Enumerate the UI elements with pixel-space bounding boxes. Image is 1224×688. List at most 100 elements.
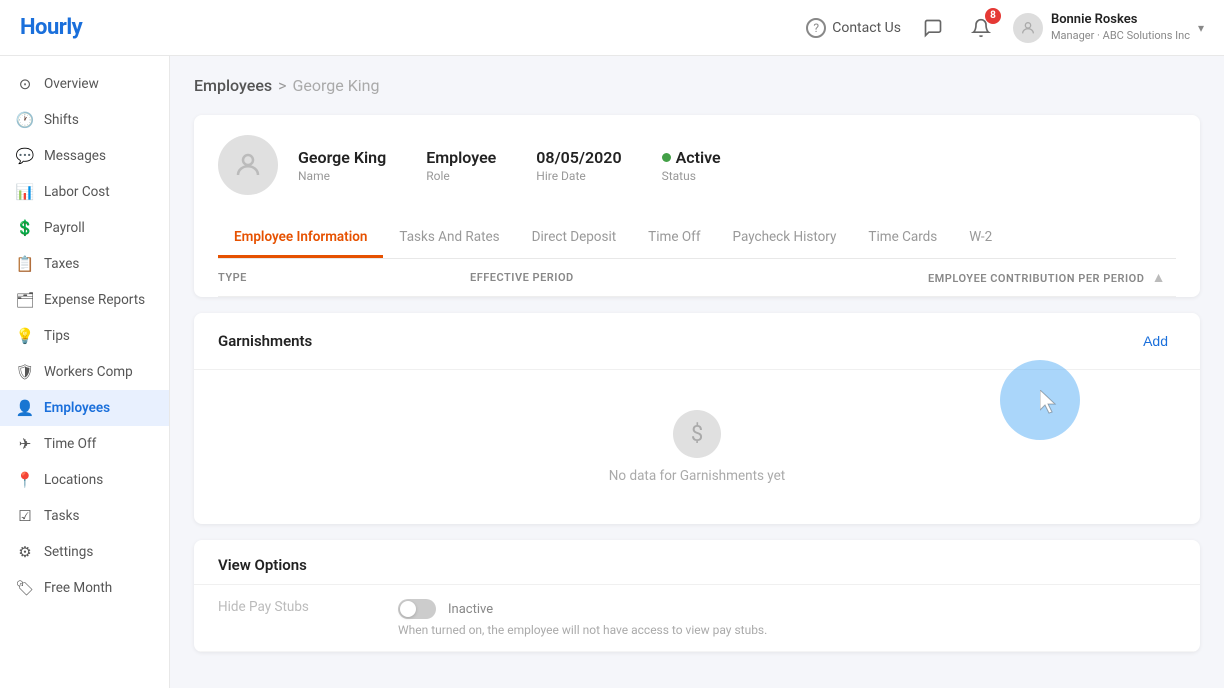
sidebar-item-expense-reports[interactable]: 🗂 Expense Reports [0,282,169,318]
sidebar-item-tasks[interactable]: ☑ Tasks [0,498,169,534]
expense-reports-icon: 🗂 [16,291,34,309]
toggle-state-label: Inactive [448,602,493,617]
view-option-row-hide-pay-stubs: Hide Pay Stubs Inactive When turned on, … [194,585,1200,652]
tabs-bar: Employee InformationTasks And RatesDirec… [218,219,1176,259]
notifications-icon-button[interactable]: 8 [965,12,997,44]
sidebar-label-free-month: Free Month [44,580,112,596]
col-contrib-header: EMPLOYEE CONTRIBUTION PER PERIOD ▲ [818,269,1176,286]
overview-icon: ⊙ [16,75,34,93]
toggle-container: Inactive [398,599,767,619]
sidebar-item-locations[interactable]: 📍 Locations [0,462,169,498]
contact-us-button[interactable]: ? Contact Us [806,18,901,38]
view-options-section: View Options Hide Pay Stubs Inactive Whe… [194,540,1200,652]
employee-status-value: Active [662,148,721,167]
sidebar-label-tips: Tips [44,328,70,344]
time-off-icon: ✈ [16,435,34,453]
sidebar-item-shifts[interactable]: 🕐 Shifts [0,102,169,138]
sidebar: ⊙ Overview 🕐 Shifts 💬 Messages 📊 Labor C… [0,56,170,688]
employee-name-value: George King [298,148,386,167]
payroll-icon: 💲 [16,219,34,237]
sidebar-item-overview[interactable]: ⊙ Overview [0,66,169,102]
layout: ⊙ Overview 🕐 Shifts 💬 Messages 📊 Labor C… [0,56,1224,688]
garnishments-empty-state: $ No data for Garnishments yet [194,370,1200,524]
taxes-icon: 📋 [16,255,34,273]
user-avatar [1013,13,1043,43]
garnishments-add-button[interactable]: Add [1135,329,1176,353]
user-menu[interactable]: Bonnie Roskes Manager · ABC Solutions In… [1013,12,1204,43]
workers-comp-icon: 🛡 [16,363,34,381]
breadcrumb-current: George King [293,76,380,95]
garnishments-header: Garnishments Add [194,313,1200,370]
sidebar-label-payroll: Payroll [44,220,85,236]
employee-hire-date-value: 08/05/2020 [536,148,621,167]
garnishments-empty-text: No data for Garnishments yet [609,468,785,484]
hide-pay-stubs-right: Inactive When turned on, the employee wi… [398,599,767,637]
user-name: Bonnie Roskes [1051,12,1190,29]
employee-name-label: Name [298,169,386,183]
sidebar-item-time-off[interactable]: ✈ Time Off [0,426,169,462]
sidebar-label-labor-cost: Labor Cost [44,184,110,200]
sidebar-item-employees[interactable]: 👤 Employees [0,390,169,426]
sidebar-label-locations: Locations [44,472,103,488]
content-area: Employees > George King George King Name [170,56,1224,688]
notification-badge: 8 [985,8,1001,24]
tab-paycheck-history[interactable]: Paycheck History [717,219,853,258]
user-menu-chevron: ▾ [1198,21,1204,35]
employee-header: George King Name Employee Role 08/05/202… [218,135,1176,215]
labor-cost-icon: 📊 [16,183,34,201]
messages-icon-button[interactable] [917,12,949,44]
breadcrumb-separator: > [278,76,286,95]
breadcrumb-employees[interactable]: Employees [194,76,272,95]
tab-w2[interactable]: W-2 [953,219,1008,258]
col-type-header: TYPE [218,271,450,284]
tab-time-cards[interactable]: Time Cards [852,219,953,258]
main-content: Employees > George King George King Name [170,56,1224,688]
employee-role-field: Employee Role [426,148,496,183]
hide-pay-stubs-description: When turned on, the employee will not ha… [398,623,767,637]
app-logo: Hourly [20,15,82,40]
sidebar-label-messages: Messages [44,148,106,164]
locations-icon: 📍 [16,471,34,489]
employee-status-label: Status [662,169,721,183]
hide-pay-stubs-label: Hide Pay Stubs [218,599,338,615]
tips-icon: 💡 [16,327,34,345]
employee-role-value: Employee [426,148,496,167]
sidebar-item-tips[interactable]: 💡 Tips [0,318,169,354]
table-header: TYPE EFFECTIVE PERIOD EMPLOYEE CONTRIBUT… [218,259,1176,297]
sidebar-item-workers-comp[interactable]: 🛡 Workers Comp [0,354,169,390]
header-right: ? Contact Us 8 Bonnie Roskes Manager · A… [806,12,1204,44]
status-active-dot [662,153,671,162]
tab-employee-info[interactable]: Employee Information [218,219,383,258]
sidebar-label-time-off: Time Off [44,436,96,452]
employee-hire-date-label: Hire Date [536,169,621,183]
header: Hourly ? Contact Us 8 Bonnie Roskes Mana… [0,0,1224,56]
employee-card: George King Name Employee Role 08/05/202… [194,115,1200,297]
employee-avatar [218,135,278,195]
sidebar-item-taxes[interactable]: 📋 Taxes [0,246,169,282]
sidebar-item-messages[interactable]: 💬 Messages [0,138,169,174]
tab-direct-deposit[interactable]: Direct Deposit [516,219,633,258]
garnishments-section: Garnishments Add $ No data for Garnishme… [194,313,1200,524]
sidebar-label-settings: Settings [44,544,93,560]
sidebar-item-labor-cost[interactable]: 📊 Labor Cost [0,174,169,210]
sort-icon[interactable]: ▲ [1152,270,1166,286]
sidebar-label-taxes: Taxes [44,256,79,272]
col-period-header: EFFECTIVE PERIOD [450,271,818,284]
messages-icon: 💬 [16,147,34,165]
user-company: Manager · ABC Solutions Inc [1051,29,1190,43]
sidebar-item-free-month[interactable]: 🏷 Free Month [0,570,169,606]
shifts-icon: 🕐 [16,111,34,129]
sidebar-item-payroll[interactable]: 💲 Payroll [0,210,169,246]
employees-icon: 👤 [16,399,34,417]
tab-tasks-rates[interactable]: Tasks And Rates [383,219,515,258]
sidebar-label-employees: Employees [44,400,110,416]
hide-pay-stubs-toggle[interactable] [398,599,436,619]
sidebar-label-tasks: Tasks [44,508,79,524]
view-options-title: View Options [194,540,1200,585]
breadcrumb: Employees > George King [194,76,1200,95]
settings-icon: ⚙ [16,543,34,561]
sidebar-label-expense-reports: Expense Reports [44,292,145,308]
free-month-icon: 🏷 [16,579,34,597]
sidebar-item-settings[interactable]: ⚙ Settings [0,534,169,570]
tab-time-off[interactable]: Time Off [632,219,716,258]
